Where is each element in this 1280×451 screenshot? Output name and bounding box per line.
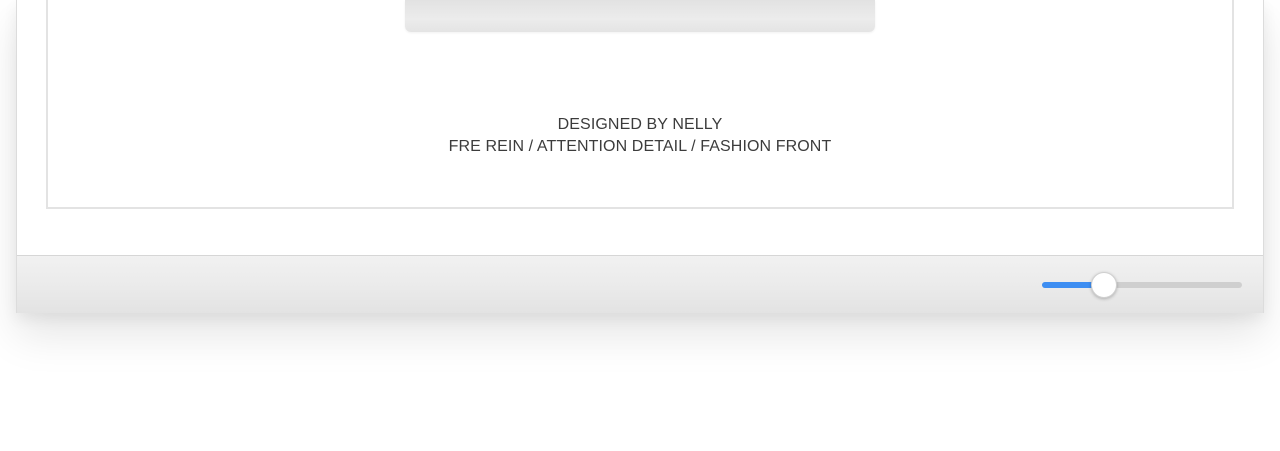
slider-thumb[interactable] [1091, 272, 1117, 298]
credits-block: DESIGNED BY NELLY FRE REIN / ATTENTION D… [48, 114, 1232, 158]
designer-credit: DESIGNED BY NELLY [557, 116, 723, 133]
zoom-slider[interactable] [1042, 272, 1242, 298]
bottom-toolbar [17, 255, 1263, 313]
product-image[interactable] [405, 0, 875, 32]
tags-line: FRE REIN / ATTENTION DETAIL / FASHION FR… [448, 138, 832, 155]
app-window: DESIGNED BY NELLY FRE REIN / ATTENTION D… [16, 0, 1264, 313]
product-card: DESIGNED BY NELLY FRE REIN / ATTENTION D… [46, 0, 1234, 209]
